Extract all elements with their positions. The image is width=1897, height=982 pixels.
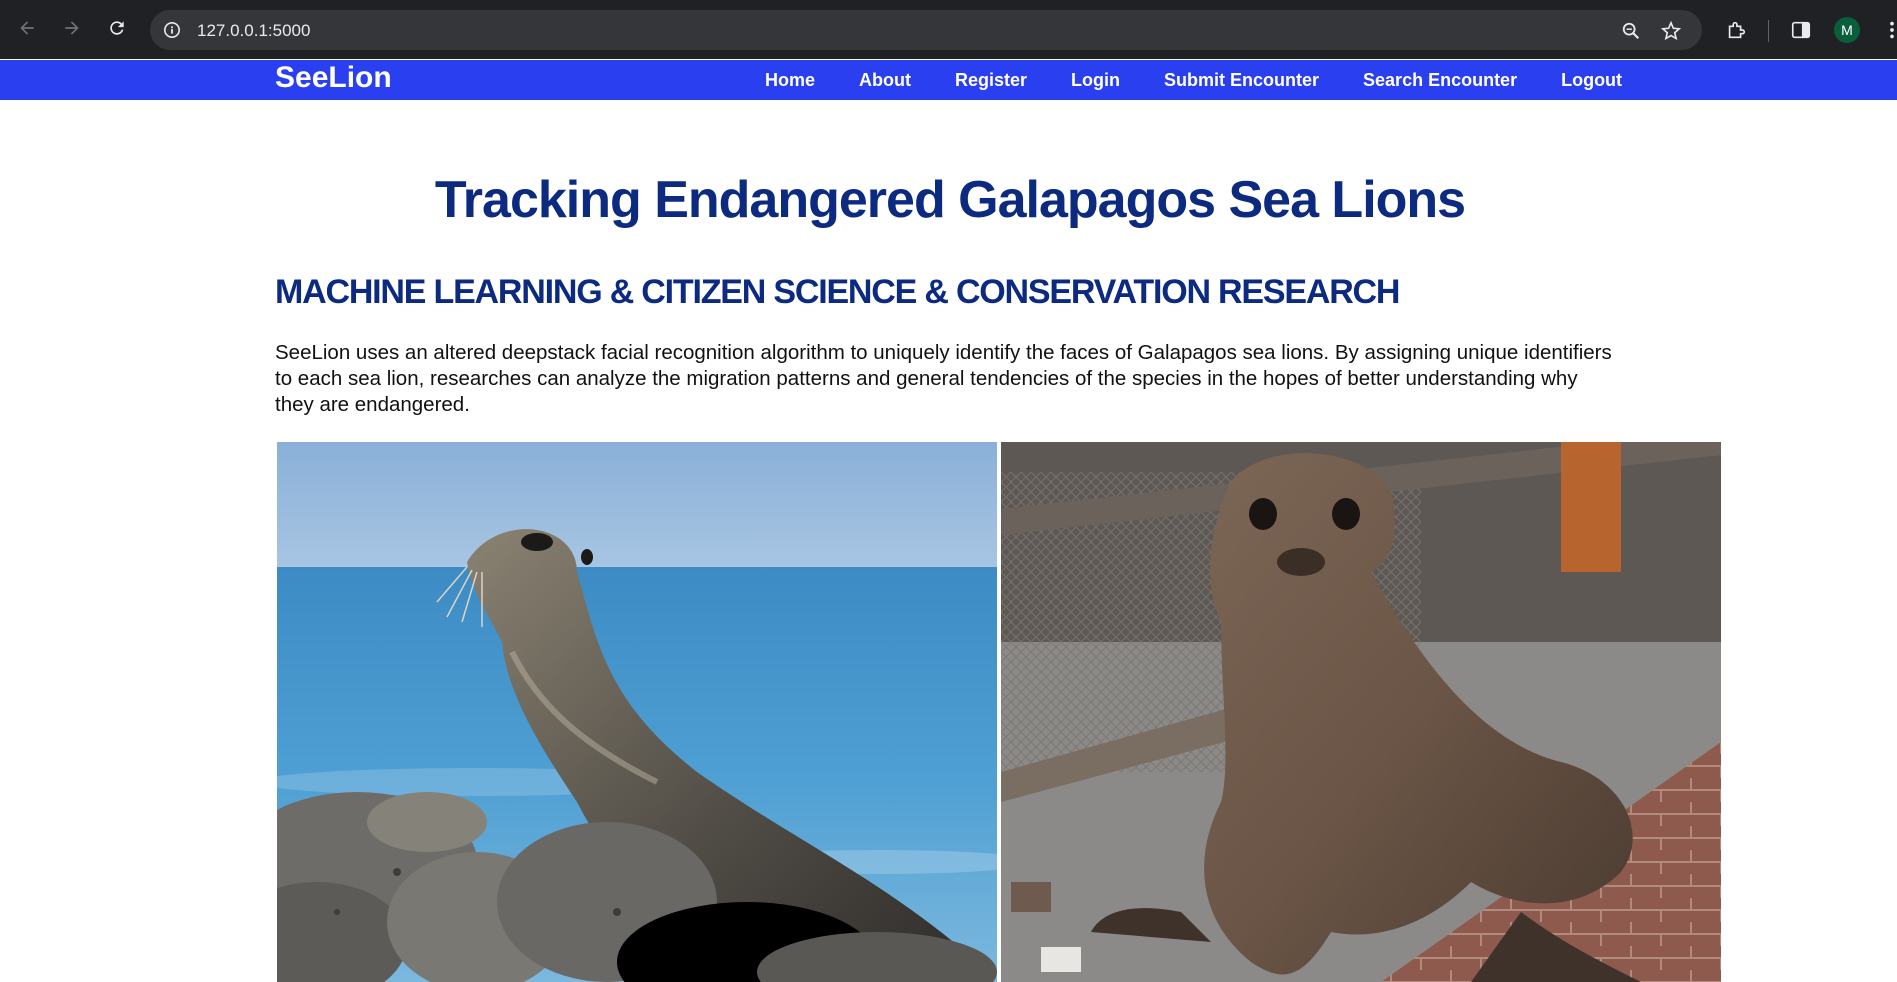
- bookmark-star-icon[interactable]: [1660, 20, 1682, 42]
- reload-icon[interactable]: [103, 14, 131, 42]
- profile-avatar[interactable]: M: [1834, 17, 1860, 43]
- brand-logo[interactable]: SeeLion: [275, 61, 392, 95]
- page-title: Tracking Endangered Galapagos Sea Lions: [434, 171, 1466, 229]
- nav-link-logout[interactable]: Logout: [1561, 70, 1622, 91]
- nav-link-about[interactable]: About: [859, 70, 911, 91]
- section-heading: MACHINE LEARNING & CITIZEN SCIENCE & CON…: [275, 273, 1400, 311]
- browser-toolbar: 127.0.0.1:5000 M: [0, 0, 1897, 59]
- side-panel-icon[interactable]: [1789, 18, 1813, 42]
- nav-link-home[interactable]: Home: [765, 70, 815, 91]
- image-gallery: [277, 442, 1721, 982]
- address-bar[interactable]: 127.0.0.1:5000: [150, 10, 1702, 50]
- forward-arrow-icon[interactable]: [58, 14, 86, 42]
- nav-link-search-encounter[interactable]: Search Encounter: [1363, 70, 1517, 91]
- more-menu-icon[interactable]: [1880, 18, 1897, 42]
- nav-link-register[interactable]: Register: [955, 70, 1027, 91]
- sea-lion-rocks-image: [277, 442, 997, 982]
- toolbar-separator: [1768, 20, 1769, 42]
- intro-paragraph: SeeLion uses an altered deepstack facial…: [275, 341, 1612, 416]
- site-info-icon[interactable]: [162, 20, 182, 40]
- back-arrow-icon[interactable]: [13, 14, 41, 42]
- nav-link-login[interactable]: Login: [1071, 70, 1120, 91]
- nav-links: Home About Register Login Submit Encount…: [765, 60, 1622, 100]
- url-text[interactable]: 127.0.0.1:5000: [197, 21, 310, 41]
- extensions-puzzle-icon[interactable]: [1724, 18, 1748, 42]
- nav-link-submit-encounter[interactable]: Submit Encounter: [1164, 70, 1319, 91]
- zoom-icon[interactable]: [1620, 20, 1642, 42]
- site-navbar: SeeLion Home About Register Login Submit…: [0, 60, 1897, 100]
- sea-lion-pavement-image: [1001, 442, 1721, 982]
